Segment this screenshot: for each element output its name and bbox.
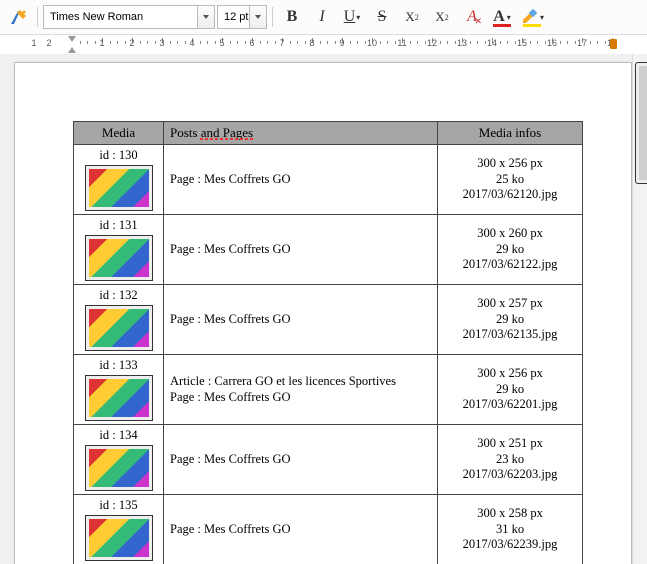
- clear-formatting-button[interactable]: A✕: [458, 3, 486, 31]
- formatting-toolbar: Times New Roman 12 pt B I U▾ S X2 X2 A✕ …: [0, 0, 647, 35]
- strikethrough-button[interactable]: S: [368, 3, 396, 31]
- superscript-button[interactable]: X2: [398, 3, 426, 31]
- font-name-value: Times New Roman: [44, 11, 197, 23]
- posts-line: Page : Mes Coffrets GO: [170, 390, 431, 406]
- info-cell: 300 x 257 px29 ko2017/03/62135.jpg: [438, 285, 583, 355]
- media-table: Media Posts and Pages Media infos id : 1…: [73, 121, 583, 564]
- vertical-scrollbar[interactable]: [632, 54, 647, 564]
- posts-line: Page : Mes Coffrets GO: [170, 522, 431, 538]
- media-dimensions: 300 x 256 px: [444, 366, 576, 382]
- media-id: id : 134: [80, 428, 157, 443]
- posts-cell: Page : Mes Coffrets GO: [164, 425, 438, 495]
- info-cell: 300 x 260 px29 ko2017/03/62122.jpg: [438, 215, 583, 285]
- media-cell: id : 134: [74, 425, 164, 495]
- media-filesize: 29 ko: [444, 242, 576, 258]
- info-cell: 300 x 256 px25 ko2017/03/62120.jpg: [438, 145, 583, 215]
- media-thumbnail: [85, 305, 153, 351]
- media-thumbnail: [85, 445, 153, 491]
- posts-cell: Page : Mes Coffrets GO: [164, 285, 438, 355]
- media-id: id : 130: [80, 148, 157, 163]
- table-row: id : 130 Page : Mes Coffrets GO 300 x 256 …: [74, 145, 583, 215]
- separator: [37, 7, 38, 27]
- highlight-color-button[interactable]: ▾: [518, 3, 546, 31]
- media-id: id : 135: [80, 498, 157, 513]
- posts-line: Page : Mes Coffrets GO: [170, 242, 431, 258]
- media-filesize: 31 ko: [444, 522, 576, 538]
- scrollbar-thumb[interactable]: [635, 62, 647, 184]
- posts-line: Article : Carrera GO et les licences Spo…: [170, 374, 431, 390]
- document-workspace: Media Posts and Pages Media infos id : 1…: [0, 54, 647, 564]
- document-content[interactable]: Media Posts and Pages Media infos id : 1…: [15, 63, 631, 564]
- col-header-posts: Posts and Pages: [164, 122, 438, 145]
- info-cell: 300 x 256 px29 ko2017/03/62201.jpg: [438, 355, 583, 425]
- font-color-button[interactable]: A▾: [488, 3, 516, 31]
- chevron-down-icon: [197, 6, 214, 28]
- subscript-button[interactable]: X2: [428, 3, 456, 31]
- media-cell: id : 132: [74, 285, 164, 355]
- media-thumbnail: [85, 515, 153, 561]
- spellcheck-squiggle: [200, 138, 255, 140]
- media-path: 2017/03/62120.jpg: [444, 187, 576, 203]
- posts-cell: Page : Mes Coffrets GO: [164, 145, 438, 215]
- media-path: 2017/03/62239.jpg: [444, 537, 576, 553]
- posts-cell: Article : Carrera GO et les licences Spo…: [164, 355, 438, 425]
- posts-line: Page : Mes Coffrets GO: [170, 172, 431, 188]
- update-style-icon[interactable]: [4, 3, 32, 31]
- font-name-select[interactable]: Times New Roman: [43, 5, 215, 29]
- media-thumbnail: [85, 375, 153, 421]
- media-id: id : 133: [80, 358, 157, 373]
- media-cell: id : 135: [74, 495, 164, 564]
- media-path: 2017/03/62201.jpg: [444, 397, 576, 413]
- font-size-select[interactable]: 12 pt: [217, 5, 267, 29]
- bold-button[interactable]: B: [278, 3, 306, 31]
- col-header-media: Media: [74, 122, 164, 145]
- info-cell: 300 x 251 px23 ko2017/03/62203.jpg: [438, 425, 583, 495]
- table-row: id : 131 Page : Mes Coffrets GO 300 x 260 …: [74, 215, 583, 285]
- font-size-value: 12 pt: [218, 11, 249, 23]
- media-dimensions: 300 x 257 px: [444, 296, 576, 312]
- media-cell: id : 131: [74, 215, 164, 285]
- separator: [272, 7, 273, 27]
- media-filesize: 29 ko: [444, 312, 576, 328]
- col-header-info: Media infos: [438, 122, 583, 145]
- media-filesize: 25 ko: [444, 172, 576, 188]
- chevron-down-icon: [249, 6, 266, 28]
- media-cell: id : 130: [74, 145, 164, 215]
- media-filesize: 23 ko: [444, 452, 576, 468]
- posts-line: Page : Mes Coffrets GO: [170, 452, 431, 468]
- table-header-row: Media Posts and Pages Media infos: [74, 122, 583, 145]
- media-dimensions: 300 x 251 px: [444, 436, 576, 452]
- media-path: 2017/03/62135.jpg: [444, 327, 576, 343]
- media-filesize: 29 ko: [444, 382, 576, 398]
- underline-button[interactable]: U▾: [338, 3, 366, 31]
- media-thumbnail: [85, 165, 153, 211]
- media-cell: id : 133: [74, 355, 164, 425]
- posts-cell: Page : Mes Coffrets GO: [164, 215, 438, 285]
- info-cell: 300 x 258 px31 ko2017/03/62239.jpg: [438, 495, 583, 564]
- table-row: id : 134 Page : Mes Coffrets GO 300 x 251 …: [74, 425, 583, 495]
- document-page: Media Posts and Pages Media infos id : 1…: [14, 62, 632, 564]
- media-path: 2017/03/62122.jpg: [444, 257, 576, 273]
- media-dimensions: 300 x 260 px: [444, 226, 576, 242]
- table-row: id : 135 Page : Mes Coffrets GO 300 x 258 …: [74, 495, 583, 564]
- table-row: id : 133 Article : Carrera GO et les lice…: [74, 355, 583, 425]
- media-thumbnail: [85, 235, 153, 281]
- media-id: id : 132: [80, 288, 157, 303]
- table-row: id : 132 Page : Mes Coffrets GO 300 x 257 …: [74, 285, 583, 355]
- media-dimensions: 300 x 256 px: [444, 156, 576, 172]
- posts-cell: Page : Mes Coffrets GO: [164, 495, 438, 564]
- media-id: id : 131: [80, 218, 157, 233]
- media-dimensions: 300 x 258 px: [444, 506, 576, 522]
- posts-line: Page : Mes Coffrets GO: [170, 312, 431, 328]
- media-path: 2017/03/62203.jpg: [444, 467, 576, 483]
- italic-button[interactable]: I: [308, 3, 336, 31]
- horizontal-ruler[interactable]: 12123456789101112131415161718: [0, 35, 647, 56]
